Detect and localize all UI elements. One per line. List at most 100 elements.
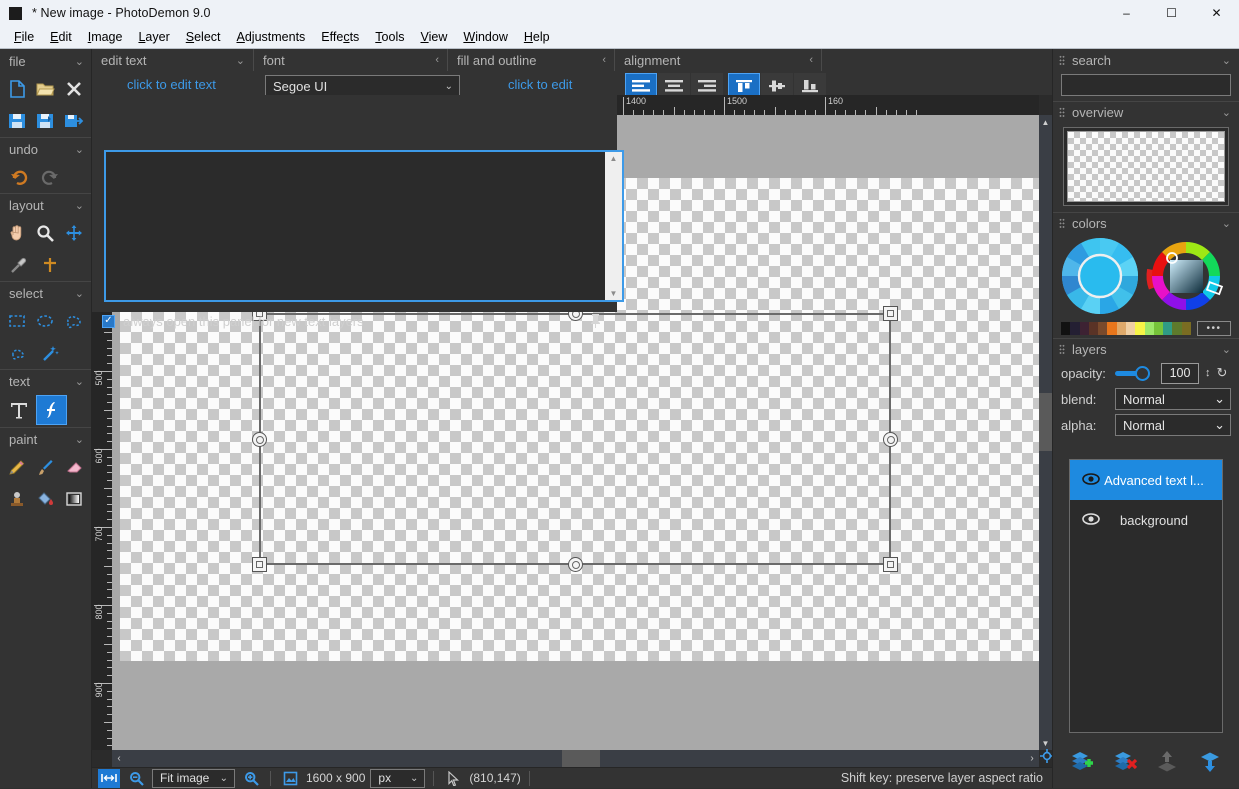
opacity-value-field[interactable]: 100 <box>1161 363 1199 384</box>
fill-outline-link[interactable]: click to edit <box>508 77 572 92</box>
eyedropper-icon[interactable] <box>4 251 33 279</box>
font-family-select[interactable]: Segoe UI ⌄ <box>265 75 460 97</box>
menu-edit[interactable]: Edit <box>42 27 80 47</box>
scroll-up-icon[interactable]: ▲ <box>610 154 618 163</box>
pencil-icon[interactable] <box>4 453 30 481</box>
always-open-checkbox[interactable]: ✓ <box>102 315 115 328</box>
more-colors-button[interactable]: ••• <box>1197 321 1231 336</box>
menu-tools[interactable]: Tools <box>367 27 412 47</box>
overview-thumbnail[interactable] <box>1063 127 1229 206</box>
bottom-right-handle[interactable] <box>883 557 898 572</box>
swatch-7[interactable] <box>1126 322 1135 335</box>
drag-grip-icon[interactable] <box>1059 107 1065 118</box>
maximize-button[interactable]: ☐ <box>1149 0 1194 26</box>
canvas-vertical-scrollbar[interactable]: ▲ ▼ <box>1039 115 1052 750</box>
menu-effects[interactable]: Effects <box>313 27 367 47</box>
color-variations-wheel[interactable] <box>1061 237 1139 318</box>
zoom-out-icon[interactable] <box>125 769 147 788</box>
undo-icon[interactable] <box>4 163 33 191</box>
menu-select[interactable]: Select <box>178 27 229 47</box>
top-right-handle[interactable] <box>883 306 898 321</box>
panel-header-colors[interactable]: colors ⌄ <box>1053 212 1239 234</box>
paintbrush-icon[interactable] <box>32 453 58 481</box>
toolbox-group-paint-header[interactable]: paint ⌄ <box>0 427 91 451</box>
swatch-3[interactable] <box>1089 322 1098 335</box>
swatch-12[interactable] <box>1172 322 1181 335</box>
reset-icon[interactable]: ↻ <box>1217 365 1228 381</box>
unit-select[interactable]: px ⌄ <box>370 769 425 788</box>
pin-icon[interactable] <box>590 313 601 332</box>
swatch-2[interactable] <box>1080 322 1089 335</box>
scroll-left-icon[interactable]: ‹ <box>112 750 126 767</box>
lower-layer-button[interactable] <box>1195 747 1225 777</box>
fit-image-button[interactable] <box>98 769 120 788</box>
panel-header-search[interactable]: search ⌄ <box>1053 49 1239 71</box>
swatch-0[interactable] <box>1061 322 1070 335</box>
menu-image[interactable]: Image <box>80 27 131 47</box>
drag-grip-icon[interactable] <box>1059 344 1065 355</box>
raise-layer-button[interactable] <box>1152 747 1182 777</box>
rect-select-icon[interactable] <box>4 307 30 335</box>
ellipse-select-icon[interactable] <box>32 307 58 335</box>
scroll-down-icon[interactable]: ▼ <box>1039 736 1052 750</box>
layer-list[interactable]: Advanced text l... background <box>1069 459 1223 733</box>
minimize-button[interactable]: – <box>1104 0 1149 26</box>
color-swatches[interactable] <box>1061 322 1191 335</box>
panel-header-font[interactable]: font ‹ <box>254 49 448 71</box>
hand-icon[interactable] <box>4 219 30 247</box>
swatch-8[interactable] <box>1135 322 1144 335</box>
redo-icon[interactable] <box>35 163 64 191</box>
drag-grip-icon[interactable] <box>1059 218 1065 229</box>
search-input[interactable] <box>1061 74 1231 96</box>
edit-text-link[interactable]: click to edit text <box>127 77 216 92</box>
bottom-center-handle[interactable] <box>568 557 583 572</box>
advanced-text-icon[interactable] <box>36 395 67 425</box>
menu-window[interactable]: Window <box>455 27 515 47</box>
eye-icon[interactable] <box>1082 513 1100 528</box>
swatch-13[interactable] <box>1182 322 1191 335</box>
scroll-down-icon[interactable]: ▼ <box>610 289 618 298</box>
layer-item-background[interactable]: background <box>1070 500 1222 540</box>
move-icon[interactable] <box>61 219 87 247</box>
eye-icon[interactable] <box>1082 473 1100 488</box>
basic-text-icon[interactable] <box>3 395 34 425</box>
close-button[interactable]: ✕ <box>1194 0 1239 26</box>
text-entry-area[interactable] <box>106 152 605 300</box>
menu-file[interactable]: File <box>6 27 42 47</box>
panel-header-edit-text[interactable]: edit text ⌄ <box>92 49 254 71</box>
swatch-11[interactable] <box>1163 322 1172 335</box>
scroll-right-icon[interactable]: › <box>1025 750 1039 767</box>
toolbox-group-file-header[interactable]: file ⌄ <box>0 49 91 73</box>
menu-help[interactable]: Help <box>516 27 558 47</box>
zoom-level-select[interactable]: Fit image ⌄ <box>152 769 235 788</box>
toolbox-group-select-header[interactable]: select ⌄ <box>0 281 91 305</box>
lasso-select-icon[interactable] <box>61 307 87 335</box>
swatch-5[interactable] <box>1107 322 1116 335</box>
gradient-icon[interactable] <box>61 485 87 513</box>
drag-grip-icon[interactable] <box>1059 55 1065 66</box>
add-layer-button[interactable] <box>1067 747 1097 777</box>
open-image-icon[interactable] <box>32 75 58 103</box>
eraser-icon[interactable] <box>61 453 87 481</box>
new-image-icon[interactable] <box>4 75 30 103</box>
panel-header-overview[interactable]: overview ⌄ <box>1053 101 1239 123</box>
vertical-scroll-thumb[interactable] <box>1039 393 1052 451</box>
close-image-icon[interactable] <box>61 75 87 103</box>
menu-adjustments[interactable]: Adjustments <box>229 27 314 47</box>
alpha-mode-select[interactable]: Normal ⌄ <box>1115 414 1231 436</box>
always-open-panel-row[interactable]: ✓ always open this panel for new text la… <box>102 308 614 334</box>
crosshair-icon[interactable] <box>35 251 64 279</box>
menu-layer[interactable]: Layer <box>130 27 177 47</box>
swatch-1[interactable] <box>1070 322 1079 335</box>
layer-item-advanced-text[interactable]: Advanced text l... <box>1070 460 1222 500</box>
save-as-icon[interactable] <box>32 107 58 135</box>
toolbox-group-undo-header[interactable]: undo ⌄ <box>0 137 91 161</box>
right-center-handle[interactable] <box>883 432 898 447</box>
save-icon[interactable] <box>4 107 30 135</box>
delete-layer-button[interactable] <box>1110 747 1140 777</box>
bottom-left-handle[interactable] <box>252 557 267 572</box>
zoom-icon[interactable] <box>32 219 58 247</box>
blend-mode-select[interactable]: Normal ⌄ <box>1115 388 1231 410</box>
magic-wand-icon[interactable] <box>35 339 64 367</box>
polygon-select-icon[interactable] <box>4 339 33 367</box>
